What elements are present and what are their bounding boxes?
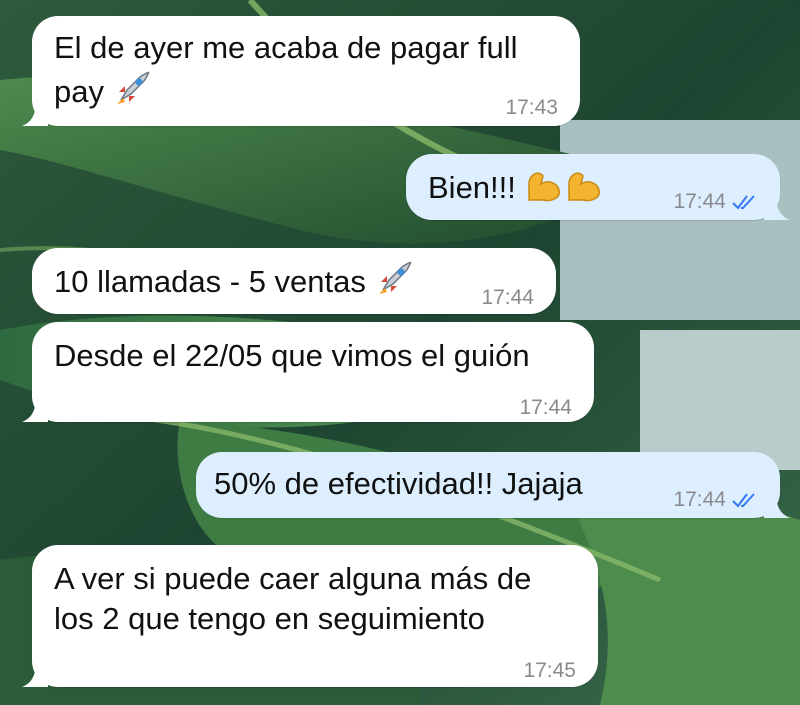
message-bubble-incoming[interactable]: A ver si puede caer alguna más de los 2 … [22,545,598,687]
bubble-tail [22,100,48,126]
message-bubble-incoming[interactable]: Desde el 22/05 que vimos el guión 17:44 [22,322,594,422]
message-timestamp: 17:44 [673,488,726,511]
message-bubble-outgoing[interactable]: Bien!!! 17:44 [406,154,790,220]
read-receipt-icon [732,193,758,211]
message-text: A ver si puede caer alguna más de los 2 … [54,561,532,636]
message-text: Bien!!! [428,170,516,205]
message-timestamp: 17:44 [519,396,572,419]
message-bubble-outgoing[interactable]: 50% de efectividad!! Jajaja 17:44 [196,452,790,518]
message-bubble-incoming[interactable]: 10 llamadas - 5 ventas 17:44 [32,248,556,314]
message-timestamp: 17:44 [673,190,726,213]
message-timestamp: 17:45 [523,659,576,682]
bubble-tail [764,194,790,220]
bubble-tail [764,492,790,518]
message-text: Desde el 22/05 que vimos el guión [54,338,530,373]
message-timestamp: 17:44 [481,286,534,309]
rocket-icon [113,68,153,118]
message-bubble-incoming[interactable]: El de ayer me acaba de pagar full pay 17… [22,16,580,126]
rocket-icon [375,258,415,308]
message-text: 10 llamadas - 5 ventas [54,264,366,299]
bubble-tail [22,661,48,687]
message-text: 50% de efectividad!! Jajaja [214,466,583,501]
message-timestamp: 17:43 [505,96,558,119]
flexed-biceps-icon [525,166,607,214]
read-receipt-icon [732,491,758,509]
bubble-tail [22,396,48,422]
